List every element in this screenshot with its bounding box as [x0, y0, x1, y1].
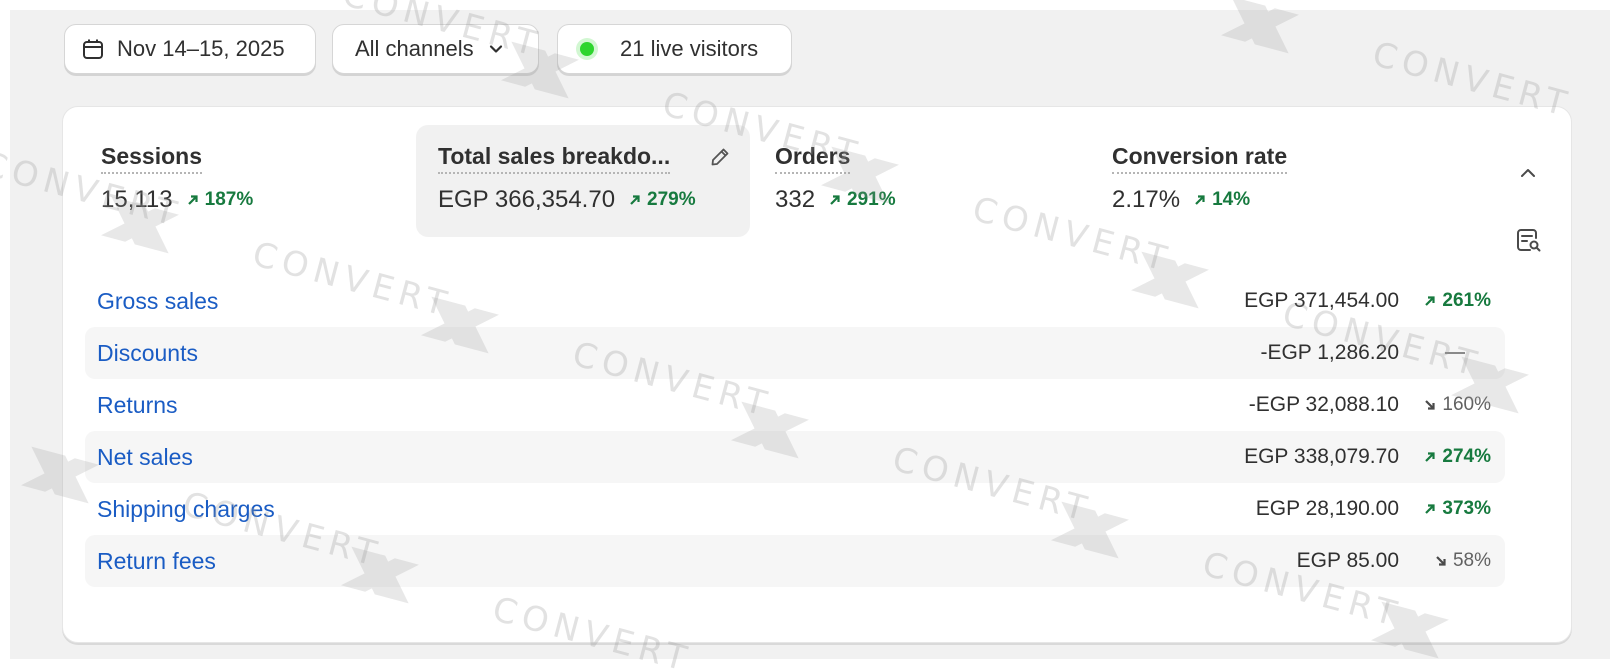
arrow-up-right-icon: [1195, 195, 1205, 205]
sales-breakdown-table: Gross sales EGP 371,454.00 261% Discount…: [85, 275, 1505, 587]
metric-value: 15,113: [101, 186, 173, 213]
channel-label: All channels: [355, 36, 474, 61]
chevron-up-icon[interactable]: [1516, 161, 1540, 190]
breakdown-amount: -EGP 1,286.20: [1260, 341, 1399, 364]
live-visitors-label: 21 live visitors: [620, 36, 759, 61]
calendar-icon: [81, 37, 105, 61]
breakdown-row-shipping-charges: Shipping charges EGP 28,190.00 373%: [85, 483, 1505, 535]
breakdown-change: 373%: [1399, 498, 1491, 520]
breakdown-label[interactable]: Gross sales: [97, 288, 1244, 315]
metric-value: EGP 366,354.70: [438, 186, 616, 213]
arrow-up-right-icon: [630, 195, 640, 205]
arrow-up-right-icon: [1425, 504, 1435, 514]
breakdown-change: 160%: [1399, 394, 1491, 416]
breakdown-label[interactable]: Discounts: [97, 340, 1260, 367]
arrow-down-right-icon: [1436, 556, 1446, 566]
breakdown-amount: EGP 371,454.00: [1244, 289, 1399, 312]
channel-selector[interactable]: All channels: [332, 24, 539, 74]
breakdown-row-discounts: Discounts -EGP 1,286.20: [85, 327, 1505, 379]
metric-conversion-rate[interactable]: Conversion rate 2.17% 14%: [1090, 125, 1410, 237]
breakdown-amount: -EGP 32,088.10: [1248, 393, 1399, 416]
pencil-icon[interactable]: [708, 145, 732, 174]
metrics-card: Sessions 15,113 187% Total sales breakdo…: [62, 106, 1572, 643]
breakdown-label[interactable]: Returns: [97, 392, 1249, 419]
metric-change: 187%: [187, 189, 253, 211]
metric-change: 14%: [1194, 189, 1250, 211]
breakdown-label[interactable]: Net sales: [97, 444, 1244, 471]
breakdown-row-returns: Returns -EGP 32,088.10 160%: [85, 379, 1505, 431]
breakdown-label[interactable]: Return fees: [97, 548, 1297, 575]
breakdown-amount: EGP 85.00: [1296, 549, 1399, 572]
metric-total-sales[interactable]: Total sales breakdo... EGP 366,354.70 27…: [416, 125, 750, 237]
metric-change: 279%: [629, 189, 696, 211]
metric-value: 2.17%: [1112, 186, 1181, 213]
metric-sessions[interactable]: Sessions 15,113 187%: [79, 125, 399, 237]
breakdown-label[interactable]: Shipping charges: [97, 496, 1256, 523]
date-range-picker[interactable]: Nov 14–15, 2025: [64, 24, 316, 74]
analytics-canvas: Nov 14–15, 2025 All channels 21 live vis…: [0, 0, 1620, 669]
breakdown-row-return-fees: Return fees EGP 85.00 58%: [85, 535, 1505, 587]
breakdown-row-gross-sales: Gross sales EGP 371,454.00 261%: [85, 275, 1505, 327]
report-search-icon[interactable]: [1513, 225, 1543, 260]
breakdown-row-net-sales: Net sales EGP 338,079.70 274%: [85, 431, 1505, 483]
arrow-up-right-icon: [1425, 452, 1435, 462]
metric-label[interactable]: Conversion rate: [1112, 143, 1288, 174]
date-range-label: Nov 14–15, 2025: [117, 36, 285, 61]
no-change-dash-icon: [1445, 352, 1465, 354]
chevron-down-icon: [486, 39, 506, 59]
arrow-up-right-icon: [187, 195, 198, 205]
metric-label[interactable]: Total sales breakdo...: [438, 143, 671, 174]
arrow-up-right-icon: [830, 195, 840, 205]
metric-label[interactable]: Orders: [775, 143, 851, 174]
breakdown-change: 58%: [1399, 550, 1491, 572]
arrow-up-right-icon: [1425, 296, 1435, 306]
metric-change: 291%: [829, 189, 896, 211]
breakdown-amount: EGP 338,079.70: [1244, 445, 1399, 468]
breakdown-change: 261%: [1399, 290, 1491, 312]
breakdown-amount: EGP 28,190.00: [1255, 497, 1399, 520]
metric-label[interactable]: Sessions: [101, 143, 202, 174]
metric-orders[interactable]: Orders 332 291%: [753, 125, 1073, 237]
live-visitors-button[interactable]: 21 live visitors: [557, 24, 792, 74]
arrow-down-right-icon: [1425, 400, 1435, 410]
live-indicator-dot: [580, 42, 594, 56]
breakdown-change: 274%: [1399, 446, 1491, 468]
metric-value: 332: [775, 186, 816, 213]
breakdown-change: [1399, 352, 1491, 354]
